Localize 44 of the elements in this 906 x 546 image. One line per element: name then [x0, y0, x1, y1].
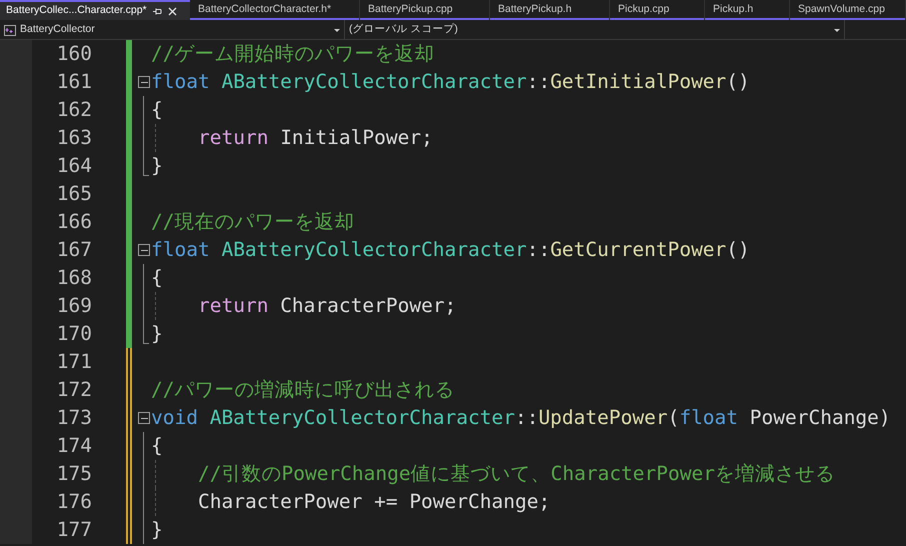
code-line: }: [151, 517, 163, 544]
code-line: float ABatteryCollectorCharacter::GetCurrentPower(): [151, 237, 750, 264]
code-line: float ABatteryCollectorCharacter::GetInitialPower(): [151, 69, 750, 96]
code-line: //引数のPowerChange値に基づいて、CharacterPowerを増減させる: [198, 461, 835, 488]
close-icon[interactable]: [168, 6, 177, 16]
line-number: 161: [56, 69, 92, 96]
code-line: }: [151, 153, 163, 180]
line-number: 163: [56, 125, 92, 152]
collapse-icon[interactable]: [138, 244, 150, 256]
code-line: //ゲーム開始時のパワーを返却: [151, 41, 434, 68]
line-number: 170: [56, 321, 92, 348]
caret-icon: [334, 28, 340, 32]
line-number: 175: [56, 461, 92, 488]
line-number: 174: [56, 433, 92, 460]
line-number: 165: [56, 181, 92, 208]
code-line: {: [151, 433, 163, 460]
code-line: return CharacterPower;: [198, 293, 456, 320]
line-number: 176: [56, 489, 92, 516]
code-line: CharacterPower += PowerChange;: [198, 489, 550, 516]
line-number: 173: [56, 405, 92, 432]
line-number: 166: [56, 209, 92, 236]
code-line: return InitialPower;: [198, 125, 433, 152]
line-number: 167: [56, 237, 92, 264]
line-number: 168: [56, 265, 92, 292]
line-number: 164: [56, 153, 92, 180]
code-line: void ABatteryCollectorCharacter::UpdatePower(float PowerChange): [151, 405, 891, 432]
file-tab[interactable]: BatteryCollec...Character.cpp*: [0, 0, 190, 20]
collapse-icon[interactable]: [138, 76, 150, 88]
code-line: //現在のパワーを返却: [151, 209, 354, 236]
project-icon: [4, 24, 16, 36]
line-number: 177: [56, 517, 92, 544]
caret-icon: [834, 28, 840, 32]
code-line: //パワーの増減時に呼び出される: [151, 377, 454, 404]
collapse-icon[interactable]: [138, 412, 150, 424]
code-line: {: [151, 97, 163, 124]
line-number: 169: [56, 293, 92, 320]
line-number: 172: [56, 377, 92, 404]
line-number: 160: [56, 41, 92, 68]
code-line: {: [151, 265, 163, 292]
code-line: }: [151, 321, 163, 348]
dropdown[interactable]: (グローバル スコープ): [345, 20, 845, 40]
pin-icon[interactable]: [152, 6, 162, 16]
line-number: 162: [56, 97, 92, 124]
line-number: 171: [56, 349, 92, 376]
